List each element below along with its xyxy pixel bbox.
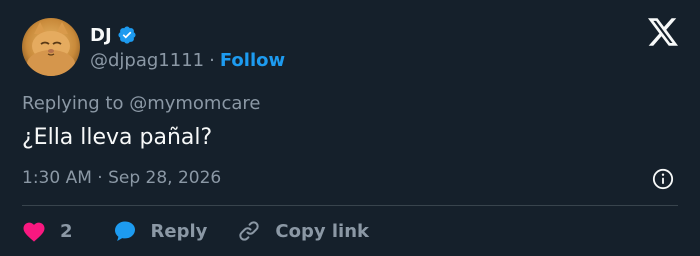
name-row: DJ [90,23,285,47]
divider [22,205,678,206]
tweet-embed-card: DJ @djpag1111 · Follow Replying to @mymo… [0,0,700,256]
info-icon[interactable] [652,168,674,190]
action-bar: 2 Reply Copy link [22,216,369,246]
tweet-text: ¿Ella lleva pañal? [22,125,213,150]
verified-badge-icon [117,25,137,45]
reply-button[interactable]: Reply [113,219,208,243]
tweet-timestamp[interactable]: 1:30 AM · Sep 28, 2026 [22,168,221,188]
handle-row: @djpag1111 · Follow [90,50,285,71]
copy-link-button[interactable]: Copy link [237,219,369,243]
cat-avatar-image [22,18,80,76]
user-handle[interactable]: @djpag1111 [90,50,204,71]
avatar[interactable] [22,18,80,76]
like-count: 2 [60,220,73,242]
user-meta: DJ @djpag1111 · Follow [90,23,285,72]
follow-button[interactable]: Follow [220,50,285,71]
like-button[interactable]: 2 [22,220,73,242]
display-name[interactable]: DJ [90,25,112,46]
link-icon [237,219,261,243]
tweet-header: DJ @djpag1111 · Follow [22,18,285,76]
separator-dot: · [209,50,215,71]
reply-context[interactable]: Replying to @mymomcare [22,93,260,114]
reply-label: Reply [150,220,208,242]
x-logo-icon[interactable] [648,18,678,46]
copy-link-label: Copy link [275,220,369,242]
speech-bubble-icon [113,219,137,243]
heart-icon [22,220,46,242]
